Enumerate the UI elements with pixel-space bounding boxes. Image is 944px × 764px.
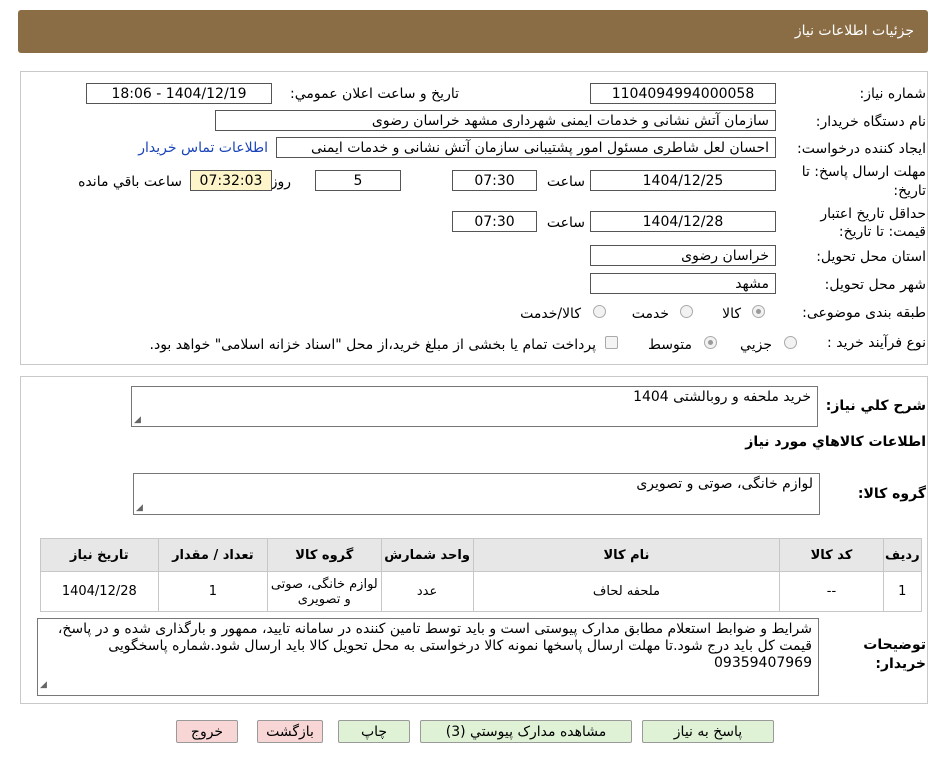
purchase-option-medium: متوسط	[648, 337, 692, 353]
goods-info-title: اطلاعات کالاهاي مورد نیاز	[745, 434, 926, 450]
requester-field: احسان لعل شاطری مسئول امور پشتیبانی سازم…	[276, 137, 776, 158]
treasury-payment-checkbox[interactable]	[605, 336, 618, 349]
deadline-label-line2: تاریخ:	[893, 183, 926, 199]
category-option-goods: کالا	[722, 306, 741, 322]
deadline-label-line1: مهلت ارسال پاسخ: تا	[801, 164, 926, 180]
category-radio-service[interactable]	[680, 305, 693, 318]
buyer-notes-label-line2: خریدار:	[875, 656, 926, 672]
col-header-item-name: نام کالا	[472, 538, 781, 572]
col-header-row-number: ردیف	[882, 538, 923, 572]
category-radio-goods[interactable]	[752, 305, 765, 318]
announce-date-field: 1404/12/19 - 18:06	[86, 83, 272, 104]
buyer-org-label: نام دستگاه خریدار:	[815, 114, 926, 130]
cell-item-name: ملحفه لحاف	[472, 571, 781, 612]
back-button[interactable]: بازگشت	[257, 720, 323, 743]
resize-grip-icon: ◢	[136, 503, 143, 513]
page-title: جزئیات اطلاعات نیاز	[794, 23, 914, 39]
validity-label-line2: قیمت: تا تاریخ:	[838, 224, 926, 240]
validity-date-field: 1404/12/28	[590, 211, 776, 232]
table-row: 1 -- ملحفه لحاف عدد لوازم خانگی، صوتی و …	[40, 571, 923, 612]
deadline-time-label: ساعت	[546, 174, 585, 190]
cell-quantity: 1	[157, 571, 269, 612]
validity-time-label: ساعت	[546, 215, 585, 231]
buyer-notes-text: شرایط و ضوابط استعلام مطابق مدارک پیوستی…	[57, 621, 812, 671]
category-label: طبقه بندی موضوعی:	[802, 305, 926, 321]
category-option-goods-service: کالا/خدمت	[520, 306, 581, 322]
city-label: شهر محل تحویل:	[824, 277, 926, 293]
resize-grip-icon: ◢	[40, 680, 47, 690]
cell-item-code: --	[779, 571, 884, 612]
cell-row-number: 1	[882, 571, 923, 612]
province-field: خراسان رضوی	[590, 245, 776, 266]
requester-label: ایجاد کننده درخواست:	[797, 141, 926, 157]
resize-grip-icon: ◢	[134, 415, 141, 425]
goods-group-text: لوازم خانگی، صوتی و تصویری	[636, 476, 813, 492]
goods-group-label: گروه کالا:	[857, 486, 926, 502]
table-header-row: ردیف کد کالا نام کالا واحد شمارش گروه کا…	[40, 538, 923, 572]
exit-button[interactable]: خروج	[176, 720, 238, 743]
purchase-radio-medium[interactable]	[704, 336, 717, 349]
col-header-goods-group: گروه کالا	[267, 538, 382, 572]
buyer-org-field: سازمان آتش نشانی و خدمات ایمنی شهرداری م…	[215, 110, 776, 131]
reply-button[interactable]: پاسخ به نیاز	[642, 720, 774, 743]
col-header-need-date: تاریخ نیاز	[40, 538, 159, 572]
buyer-contact-link[interactable]: اطلاعات تماس خریدار	[138, 140, 268, 156]
validity-label-line1: حداقل تاریخ اعتبار	[820, 206, 926, 222]
remaining-time-label: ساعت باقي مانده	[78, 174, 182, 190]
view-attachments-button[interactable]: مشاهده مدارک پیوستي (3)	[420, 720, 632, 743]
goods-table: ردیف کد کالا نام کالا واحد شمارش گروه کا…	[40, 538, 923, 612]
deadline-date-field: 1404/12/25	[590, 170, 776, 191]
remaining-time-field: 07:32:03	[190, 170, 272, 191]
buyer-notes-label-line1: توضیحات	[863, 637, 926, 653]
province-label: استان محل تحویل:	[816, 249, 926, 265]
goods-group-textarea[interactable]: لوازم خانگی، صوتی و تصویری ◢	[133, 473, 820, 515]
cell-need-date: 1404/12/28	[40, 571, 159, 612]
purchase-radio-minor[interactable]	[784, 336, 797, 349]
need-number-field: 1104094994000058	[590, 83, 776, 104]
category-radio-goods-service[interactable]	[593, 305, 606, 318]
purchase-type-label: نوع فرآیند خرید :	[827, 335, 926, 351]
summary-label: شرح کلي نیاز:	[825, 398, 926, 414]
days-field: 5	[315, 170, 401, 191]
col-header-quantity: تعداد / مقدار	[157, 538, 269, 572]
announce-date-label: تاریخ و ساعت اعلان عمومي:	[290, 86, 459, 102]
col-header-unit: واحد شمارش	[380, 538, 474, 572]
cell-goods-group: لوازم خانگی، صوتی و تصویری	[267, 571, 382, 612]
buyer-notes-textarea[interactable]: شرایط و ضوابط استعلام مطابق مدارک پیوستی…	[37, 618, 819, 696]
col-header-item-code: کد کالا	[779, 538, 884, 572]
cell-unit: عدد	[380, 571, 474, 612]
city-field: مشهد	[590, 273, 776, 294]
summary-textarea[interactable]: خرید ملحفه و روبالشتی 1404 ◢	[131, 386, 818, 427]
page-header: جزئیات اطلاعات نیاز	[18, 10, 928, 53]
validity-time-field: 07:30	[452, 211, 537, 232]
category-option-service: خدمت	[631, 306, 669, 322]
deadline-time-field: 07:30	[452, 170, 537, 191]
print-button[interactable]: چاپ	[338, 720, 410, 743]
need-number-label: شماره نیاز:	[859, 86, 927, 102]
treasury-payment-note: پرداخت تمام یا بخشی از مبلغ خرید،از محل …	[149, 337, 596, 353]
purchase-option-minor: جزیي	[740, 337, 772, 353]
summary-text: خرید ملحفه و روبالشتی 1404	[633, 389, 811, 405]
